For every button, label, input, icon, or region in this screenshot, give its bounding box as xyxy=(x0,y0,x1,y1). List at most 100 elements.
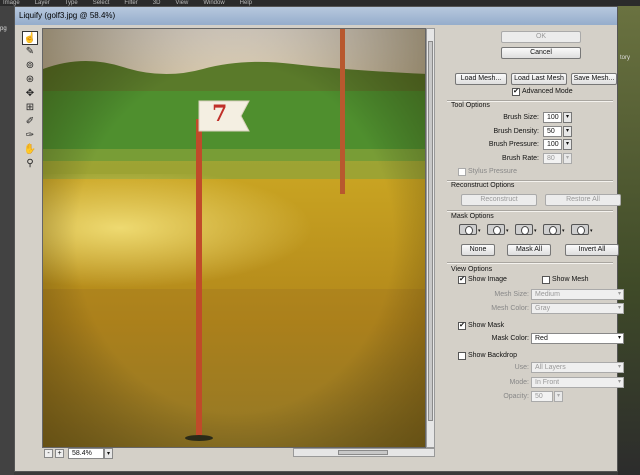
invert-selection-icon[interactable] xyxy=(571,224,589,235)
thaw-mask-icon[interactable]: ✑ xyxy=(22,129,38,143)
chevron-down-icon[interactable]: ▾ xyxy=(590,228,593,234)
freeze-mask-icon[interactable]: ✐ xyxy=(22,115,38,129)
brush-size-label: Brush Size: xyxy=(503,114,539,121)
mode-label: Mode: xyxy=(509,379,529,386)
show-backdrop-checkbox[interactable] xyxy=(458,352,466,360)
stylus-pressure-label: Stylus Pressure xyxy=(468,168,518,175)
push-left-icon[interactable]: ⊞ xyxy=(22,101,38,115)
separator xyxy=(447,210,613,212)
chevron-down-icon: ▾ xyxy=(617,335,621,341)
title-bar: Liquify (golf3.jpg @ 58.4%) xyxy=(15,7,617,25)
image-preview[interactable]: 7 xyxy=(42,28,426,448)
forward-warp-icon[interactable]: ☝ xyxy=(22,31,38,45)
add-to-selection-icon[interactable] xyxy=(487,224,505,235)
photoshop-right-panel xyxy=(618,6,640,475)
mesh-size-label: Mesh Size: xyxy=(494,291,529,298)
replace-selection-icon[interactable] xyxy=(459,224,477,235)
tool-options-heading: Tool Options xyxy=(451,102,490,109)
chevron-down-icon: ▾ xyxy=(617,379,621,385)
zoom-out-button[interactable]: - xyxy=(44,449,53,458)
hand-icon[interactable]: ✋ xyxy=(22,143,38,157)
zoom-in-button[interactable]: + xyxy=(55,449,64,458)
restore-all-button[interactable]: Restore All xyxy=(545,194,621,206)
brush-size-dropdown[interactable]: ▾ xyxy=(563,112,572,123)
save-mesh-button[interactable]: Save Mesh... xyxy=(571,73,617,85)
golf-photo xyxy=(43,29,425,447)
mask-color-select[interactable]: Red ▾ xyxy=(531,333,624,344)
brush-pressure-field[interactable]: 100 xyxy=(543,139,562,150)
bloat-icon[interactable]: ✥ xyxy=(22,87,38,101)
backdrop-use-select[interactable]: All Layers ▾ xyxy=(531,362,624,373)
zoom-dropdown-arrow[interactable]: ▾ xyxy=(104,448,113,459)
zoom-icon[interactable]: ⚲ xyxy=(22,157,38,171)
use-label: Use: xyxy=(514,364,529,371)
mesh-color-label: Mesh Color: xyxy=(491,305,529,312)
ok-button[interactable]: OK xyxy=(501,31,581,43)
mask-all-button[interactable]: Mask All xyxy=(507,244,551,256)
vertical-scroll-thumb[interactable] xyxy=(428,41,433,421)
options-panel: OK Cancel Load Mesh... Load Last Mesh Sa… xyxy=(441,27,624,467)
twirl-icon[interactable]: ⊚ xyxy=(22,59,38,73)
brush-density-field[interactable]: 50 xyxy=(543,126,562,137)
show-image-checkbox[interactable]: ✔ xyxy=(458,276,466,284)
flag-number: 7 xyxy=(212,101,228,127)
chevron-down-icon[interactable]: ▾ xyxy=(478,228,481,234)
mesh-size-value: Medium xyxy=(535,291,560,298)
vertical-scrollbar[interactable] xyxy=(426,28,435,448)
pucker-icon[interactable]: ⊛ xyxy=(22,73,38,87)
horizontal-scrollbar[interactable] xyxy=(293,448,435,457)
mesh-color-select[interactable]: Gray ▾ xyxy=(531,303,624,314)
mask-mode-group: ▾ ▾ ▾ ▾ ▾ xyxy=(459,224,619,236)
brush-rate-field[interactable]: 80 xyxy=(543,153,562,164)
chevron-down-icon: ▾ xyxy=(617,291,621,297)
opacity-dropdown[interactable]: ▾ xyxy=(554,391,563,402)
cancel-button[interactable]: Cancel xyxy=(501,47,581,59)
zoom-controls: - + 58.4% ▾ xyxy=(42,448,292,460)
horizontal-scroll-thumb[interactable] xyxy=(338,450,388,455)
photoshop-doc-tab[interactable]: pg xyxy=(0,26,7,32)
load-last-mesh-button[interactable]: Load Last Mesh xyxy=(511,73,567,85)
chevron-down-icon: ▾ xyxy=(617,305,621,311)
stylus-pressure-checkbox[interactable] xyxy=(458,168,466,176)
show-mask-label: Show Mask xyxy=(468,322,505,329)
opacity-field[interactable]: 50 xyxy=(531,391,553,402)
photoshop-history-tab[interactable]: tory xyxy=(620,55,630,61)
mask-none-button[interactable]: None xyxy=(461,244,495,256)
invert-all-button[interactable]: Invert All xyxy=(565,244,619,256)
reconstruct-button[interactable]: Reconstruct xyxy=(461,194,537,206)
show-image-label: Show Image xyxy=(468,276,507,283)
reconstruct-options-heading: Reconstruct Options xyxy=(451,182,515,189)
chevron-down-icon[interactable]: ▾ xyxy=(562,228,565,234)
photoshop-left-panel: pg xyxy=(0,6,14,475)
mask-color-value: Red xyxy=(535,335,548,342)
chevron-down-icon[interactable]: ▾ xyxy=(506,228,509,234)
separator xyxy=(447,262,613,264)
brush-rate-label: Brush Rate: xyxy=(502,155,539,162)
load-mesh-button[interactable]: Load Mesh... xyxy=(455,73,507,85)
tool-strip: ☝ ✎ ⊚ ⊛ ✥ ⊞ ✐ ✑ ✋ ⚲ xyxy=(19,27,43,447)
backdrop-use-value: All Layers xyxy=(535,364,566,371)
reconstruct-icon[interactable]: ✎ xyxy=(22,45,38,59)
opacity-label: Opacity: xyxy=(503,393,529,400)
backdrop-mode-select[interactable]: In Front ▾ xyxy=(531,377,624,388)
mesh-size-select[interactable]: Medium ▾ xyxy=(531,289,624,300)
show-mask-checkbox[interactable]: ✔ xyxy=(458,322,466,330)
intersect-selection-icon[interactable] xyxy=(543,224,561,235)
chevron-down-icon: ▾ xyxy=(617,364,621,370)
brush-density-dropdown[interactable]: ▾ xyxy=(563,126,572,137)
advanced-mode-checkbox[interactable]: ✔ xyxy=(512,88,520,96)
backdrop-mode-value: In Front xyxy=(535,379,560,386)
show-mesh-checkbox[interactable] xyxy=(542,276,550,284)
brush-pressure-label: Brush Pressure: xyxy=(488,141,539,148)
subtract-from-selection-icon[interactable] xyxy=(515,224,533,235)
mask-color-label: Mask Color: xyxy=(491,335,529,342)
brush-density-label: Brush Density: xyxy=(493,128,539,135)
liquify-dialog: Liquify (golf3.jpg @ 58.4%) ☝ ✎ ⊚ ⊛ ✥ ⊞ ✐ ✑ ✋ ⚲ xyxy=(14,6,624,472)
zoom-level-field[interactable]: 58.4% xyxy=(68,448,104,459)
show-mesh-label: Show Mesh xyxy=(552,276,589,283)
brush-rate-dropdown[interactable]: ▾ xyxy=(563,153,572,164)
chevron-down-icon[interactable]: ▾ xyxy=(534,228,537,234)
brush-size-field[interactable]: 100 xyxy=(543,112,562,123)
brush-pressure-dropdown[interactable]: ▾ xyxy=(563,139,572,150)
mask-options-heading: Mask Options xyxy=(451,213,494,220)
